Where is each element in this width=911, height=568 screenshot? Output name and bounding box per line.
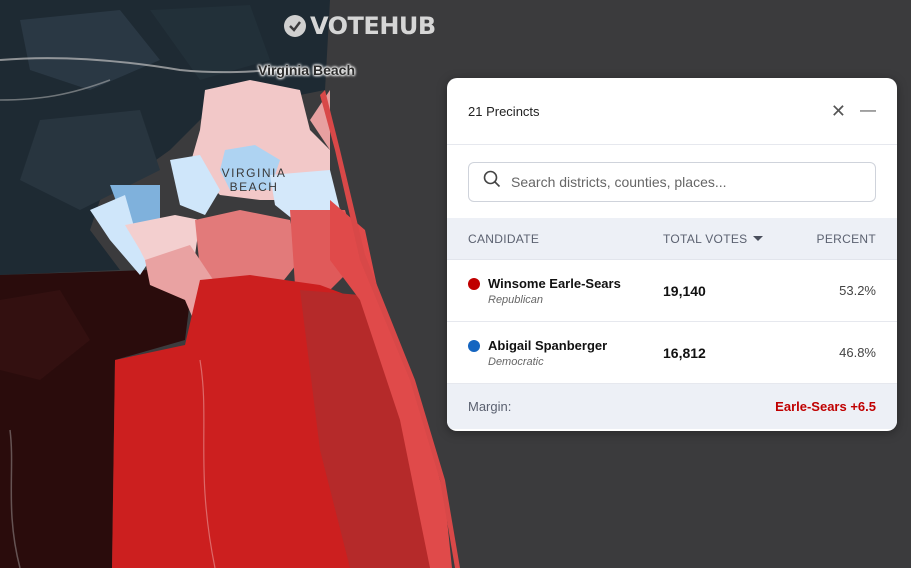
candidate-name: Winsome Earle-Sears xyxy=(488,275,621,291)
panel-controls: ✕ — xyxy=(831,102,876,120)
candidate-percent: 46.8% xyxy=(839,345,876,360)
candidate-info: Abigail Spanberger Democratic xyxy=(488,338,607,368)
close-icon[interactable]: ✕ xyxy=(831,102,846,120)
party-color-dot xyxy=(468,339,480,352)
margin-value: Earle-Sears +6.5 xyxy=(775,399,876,414)
candidate-votes: 16,812 xyxy=(663,344,706,361)
candidate-percent: 53.2% xyxy=(839,283,876,298)
column-total-votes-label: TOTAL VOTES xyxy=(663,231,748,246)
map-city-label: Virginia Beach xyxy=(258,62,356,78)
results-panel: 21 Precincts ✕ — CANDIDATE TOTAL VOTES P… xyxy=(447,78,897,431)
map-area-label: VIRGINIA BEACH xyxy=(214,166,294,194)
candidate-row[interactable]: Abigail Spanberger Democratic 16,812 46.… xyxy=(447,322,897,384)
area-label-line1: VIRGINIA xyxy=(221,166,287,180)
candidate-party: Republican xyxy=(488,293,544,306)
margin-row: Margin: Earle-Sears +6.5 xyxy=(447,384,897,429)
candidate-name: Abigail Spanberger xyxy=(488,337,608,353)
sort-down-icon[interactable] xyxy=(753,236,764,241)
check-circle-icon xyxy=(284,15,306,37)
column-candidate: CANDIDATE xyxy=(468,231,540,246)
candidate-cell: Winsome Earle-Sears Republican xyxy=(468,276,663,306)
brand-name: VOTEHUB xyxy=(310,12,436,40)
candidate-party: Democratic xyxy=(488,355,544,368)
results-table-header: CANDIDATE TOTAL VOTES PERCENT xyxy=(447,218,897,260)
search-container xyxy=(447,145,897,218)
candidate-cell: Abigail Spanberger Democratic xyxy=(468,338,663,368)
area-label-line2: BEACH xyxy=(229,180,279,194)
search-icon xyxy=(483,170,501,193)
candidate-info: Winsome Earle-Sears Republican xyxy=(488,276,621,306)
column-percent: PERCENT xyxy=(816,231,876,246)
search-box[interactable] xyxy=(468,161,876,202)
party-color-dot xyxy=(468,277,480,290)
candidate-votes: 19,140 xyxy=(663,282,706,299)
panel-header: 21 Precincts ✕ — xyxy=(447,78,897,145)
search-input[interactable] xyxy=(511,173,861,190)
margin-label: Margin: xyxy=(468,399,512,414)
votehub-logo: VOTEHUB xyxy=(284,12,436,40)
minimize-icon[interactable]: — xyxy=(860,103,876,119)
candidate-row[interactable]: Winsome Earle-Sears Republican 19,140 53… xyxy=(447,260,897,322)
column-total-votes[interactable]: TOTAL VOTES xyxy=(663,232,791,246)
panel-title: 21 Precincts xyxy=(468,103,540,119)
